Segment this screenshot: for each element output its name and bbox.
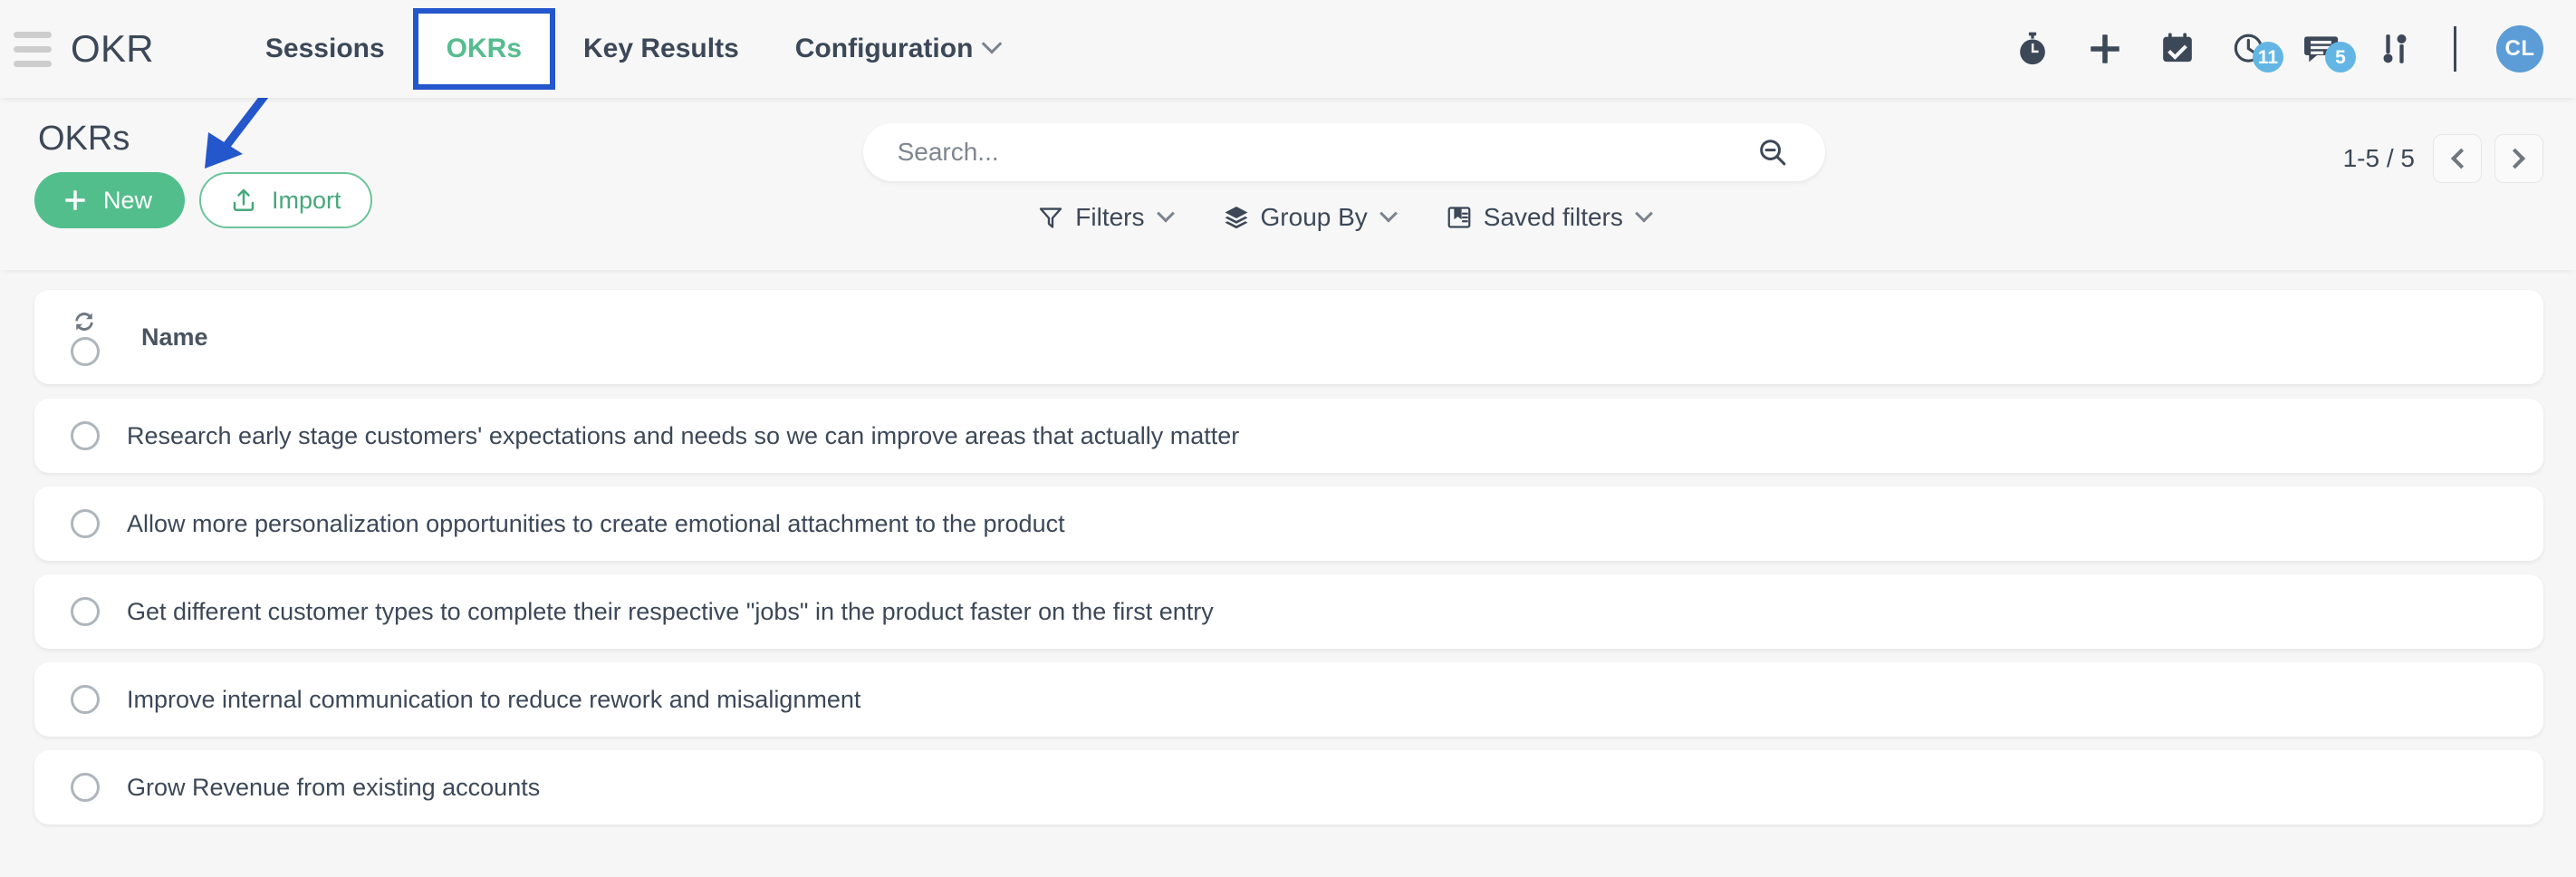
hamburger-bar — [14, 60, 52, 67]
column-header-name[interactable]: Name — [141, 323, 208, 352]
nav-item-okrs[interactable]: OKRs — [412, 8, 556, 90]
search-and-filters: Filters Group By — [372, 121, 2316, 232]
filter-controls: Filters Group By Saved filters — [1037, 203, 1653, 232]
hamburger-bar — [14, 31, 52, 38]
notification-badge: 11 — [2252, 42, 2283, 72]
nav-item-label: Configuration — [794, 34, 974, 63]
table-row[interactable]: Research early stage customers' expectat… — [34, 399, 2543, 473]
row-name-label: Grow Revenue from existing accounts — [127, 773, 541, 801]
hamburger-menu-icon[interactable] — [9, 31, 56, 67]
primary-nav: Sessions OKRs Key Results Configuration — [237, 0, 1027, 98]
plus-icon[interactable] — [2084, 28, 2126, 70]
chevron-down-icon — [1156, 204, 1175, 223]
row-name-label: Get different customer types to complete… — [127, 597, 1214, 625]
nav-item-configuration[interactable]: Configuration — [767, 0, 1028, 98]
table-header-controls — [71, 308, 127, 366]
chevron-right-icon — [2504, 148, 2526, 169]
navbar-divider — [2454, 26, 2456, 72]
chevron-down-icon — [1634, 204, 1653, 223]
top-navbar: OKR Sessions OKRs Key Results Configurat… — [0, 0, 2576, 98]
row-checkbox[interactable] — [71, 685, 100, 714]
row-checkbox[interactable] — [71, 509, 100, 538]
group-by-dropdown[interactable]: Group By — [1223, 203, 1398, 232]
notification-badge: 5 — [2325, 42, 2356, 72]
user-avatar[interactable]: CL — [2496, 25, 2543, 72]
pagination-range: 1-5 / 5 — [2342, 144, 2415, 172]
hamburger-bar — [14, 45, 52, 53]
chevron-down-icon — [1379, 204, 1398, 223]
row-name-label: Research early stage customers' expectat… — [127, 421, 1240, 449]
search-bar[interactable] — [862, 123, 1825, 181]
app-brand-title[interactable]: OKR — [71, 27, 154, 71]
layers-icon — [1225, 207, 1248, 229]
nav-item-label: OKRs — [446, 34, 523, 63]
stopwatch-icon[interactable] — [2012, 28, 2053, 70]
table-row[interactable]: Get different customer types to complete… — [34, 574, 2543, 649]
nav-item-sessions[interactable]: Sessions — [237, 0, 413, 98]
table-header-row: Name — [34, 290, 2543, 384]
upload-icon — [233, 188, 255, 211]
page-actions: New Import — [34, 172, 372, 228]
nav-item-label: Key Results — [583, 34, 739, 63]
filters-dropdown[interactable]: Filters — [1037, 203, 1175, 232]
row-name-label: Allow more personalization opportunities… — [127, 509, 1065, 537]
pagination-next-button[interactable] — [2494, 134, 2543, 183]
table-row[interactable]: Grow Revenue from existing accounts — [34, 750, 2543, 824]
select-all-checkbox[interactable] — [71, 337, 100, 366]
chevron-left-icon — [2450, 148, 2472, 169]
search-minus-icon[interactable] — [1753, 132, 1793, 172]
calendar-check-icon[interactable] — [2157, 28, 2198, 70]
table-row[interactable]: Allow more personalization opportunities… — [34, 487, 2543, 561]
plus-icon — [65, 190, 85, 210]
sliders-icon[interactable] — [2374, 28, 2416, 70]
filters-label: Filters — [1075, 203, 1145, 231]
nav-item-label: Sessions — [264, 34, 385, 63]
navbar-tools: 11 5 CL — [2012, 25, 2543, 72]
import-button-label: Import — [272, 186, 341, 214]
saved-filters-icon — [1447, 207, 1471, 228]
clock-activity-icon[interactable]: 11 — [2229, 28, 2283, 72]
import-button[interactable]: Import — [199, 172, 372, 228]
row-name-label: Improve internal communication to reduce… — [127, 685, 861, 713]
refresh-icon[interactable] — [71, 308, 98, 335]
saved-filters-dropdown[interactable]: Saved filters — [1446, 203, 1653, 232]
pagination: 1-5 / 5 — [2343, 121, 2543, 183]
search-input[interactable] — [897, 138, 1753, 167]
chevron-down-icon — [982, 34, 1003, 54]
page-header-block: OKRs New Import — [34, 92, 372, 228]
nav-item-key-results[interactable]: Key Results — [555, 0, 767, 98]
messages-icon[interactable]: 5 — [2302, 28, 2356, 72]
new-button[interactable]: New — [34, 172, 186, 228]
row-checkbox[interactable] — [71, 421, 100, 450]
funnel-icon — [1040, 207, 1062, 228]
control-panel: OKRs New Import Search... Filters Group … — [0, 92, 2576, 270]
row-checkbox[interactable] — [71, 597, 100, 626]
okr-list: Name Research early stage customers' exp… — [0, 270, 2576, 877]
table-row[interactable]: Improve internal communication to reduce… — [34, 662, 2543, 737]
group-by-label: Group By — [1260, 203, 1368, 231]
row-checkbox[interactable] — [71, 773, 100, 802]
pagination-prev-button[interactable] — [2433, 134, 2482, 183]
page-title: OKRs — [38, 120, 130, 158]
new-button-label: New — [103, 186, 153, 214]
saved-filters-label: Saved filters — [1483, 203, 1623, 231]
